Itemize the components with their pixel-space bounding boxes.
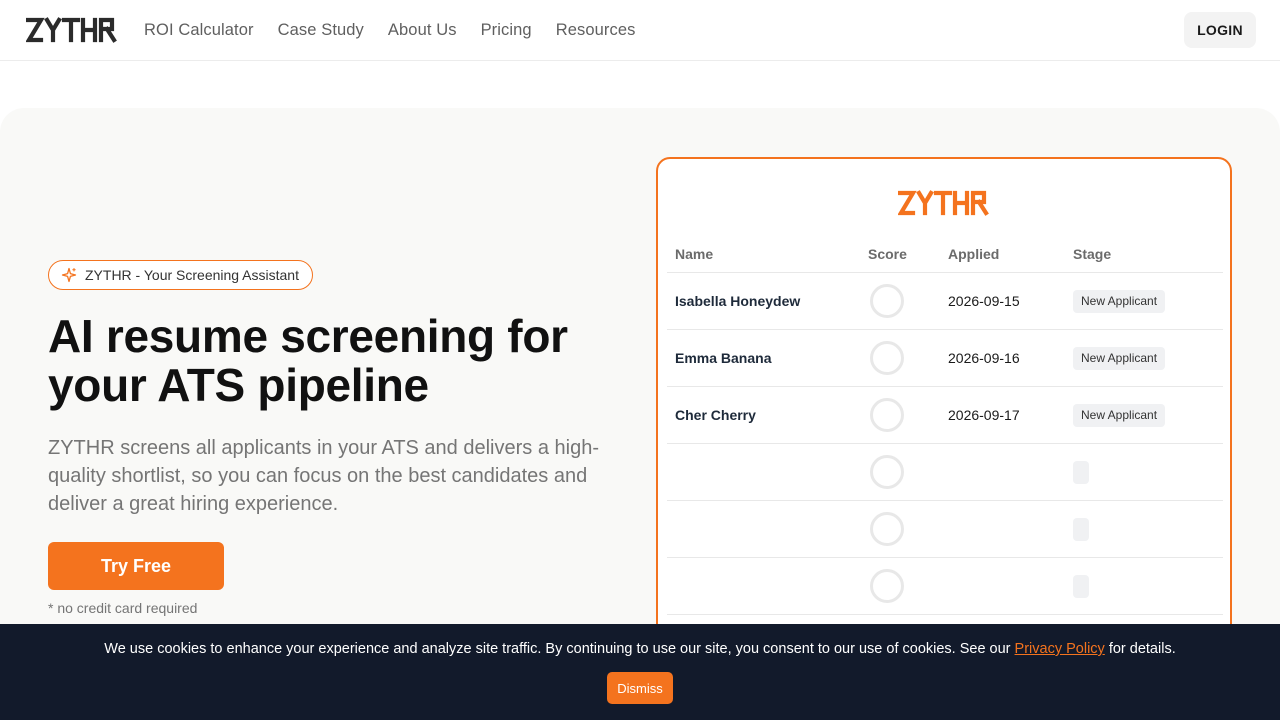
stage-badge: New Applicant	[1073, 290, 1166, 313]
score-ring-icon	[870, 569, 904, 603]
column-header-score: Score	[868, 246, 907, 262]
zythr-logo-orange	[898, 190, 989, 216]
score-ring-icon	[870, 512, 904, 546]
table-row-placeholder	[667, 444, 1223, 501]
applied-date: 2026-09-15	[948, 293, 1020, 309]
privacy-policy-link[interactable]: Privacy Policy	[1015, 641, 1105, 657]
try-free-button[interactable]: Try Free	[48, 542, 224, 590]
dismiss-button[interactable]: Dismiss	[607, 672, 673, 704]
badge-label: ZYTHR - Your Screening Assistant	[85, 267, 299, 283]
nav-link-case-study[interactable]: Case Study	[278, 21, 364, 40]
hero-badge: ZYTHR - Your Screening Assistant	[48, 260, 313, 290]
applicant-name: Emma Banana	[675, 350, 772, 366]
table-row: Isabella Honeydew 2026-09-15 New Applica…	[667, 273, 1223, 330]
nav-link-roi-calculator[interactable]: ROI Calculator	[144, 21, 254, 40]
applicant-preview-card: Name Score Applied Stage Isabella Honeyd…	[656, 157, 1232, 677]
applicant-name: Cher Cherry	[675, 407, 756, 423]
applicant-table: Name Score Applied Stage Isabella Honeyd…	[667, 239, 1223, 615]
nav-links: ROI Calculator Case Study About Us Prici…	[144, 0, 636, 60]
applied-date: 2026-09-16	[948, 350, 1020, 366]
column-header-stage: Stage	[1073, 246, 1112, 262]
score-ring-icon	[870, 284, 904, 318]
table-header: Name Score Applied Stage	[667, 239, 1223, 273]
applied-date: 2026-09-17	[948, 407, 1020, 423]
nav-link-resources[interactable]: Resources	[556, 21, 636, 40]
score-ring-icon	[870, 455, 904, 489]
stage-badge-placeholder	[1073, 575, 1089, 598]
stage-badge: New Applicant	[1073, 347, 1166, 370]
login-button[interactable]: LOGIN	[1184, 12, 1256, 48]
applicant-name: Isabella Honeydew	[675, 293, 801, 309]
table-row-placeholder	[667, 558, 1223, 615]
cookie-text-after: for details.	[1104, 641, 1176, 657]
cookie-message: We use cookies to enhance your experienc…	[0, 641, 1280, 657]
hero-headline: AI resume screening for your ATS pipelin…	[48, 310, 568, 411]
sparkle-icon	[61, 267, 77, 283]
nav-link-about-us[interactable]: About Us	[388, 21, 457, 40]
stage-badge: New Applicant	[1073, 404, 1166, 427]
nav-link-pricing[interactable]: Pricing	[481, 21, 532, 40]
stage-badge-placeholder	[1073, 518, 1089, 541]
column-header-applied: Applied	[948, 246, 1000, 262]
top-navbar: ROI Calculator Case Study About Us Prici…	[0, 0, 1280, 61]
score-ring-icon	[870, 398, 904, 432]
stage-badge-placeholder	[1073, 461, 1089, 484]
cta-note: * no credit card required	[48, 600, 198, 616]
zythr-logo[interactable]	[26, 16, 118, 44]
hero-subtext: ZYTHR screens all applicants in your ATS…	[48, 437, 599, 515]
cookie-text-before: We use cookies to enhance your experienc…	[104, 641, 1015, 657]
table-row-placeholder	[667, 501, 1223, 558]
cookie-banner: We use cookies to enhance your experienc…	[0, 624, 1280, 720]
score-ring-icon	[870, 341, 904, 375]
table-row: Emma Banana 2026-09-16 New Applicant	[667, 330, 1223, 387]
column-header-name: Name	[675, 246, 714, 262]
table-row: Cher Cherry 2026-09-17 New Applicant	[667, 387, 1223, 444]
